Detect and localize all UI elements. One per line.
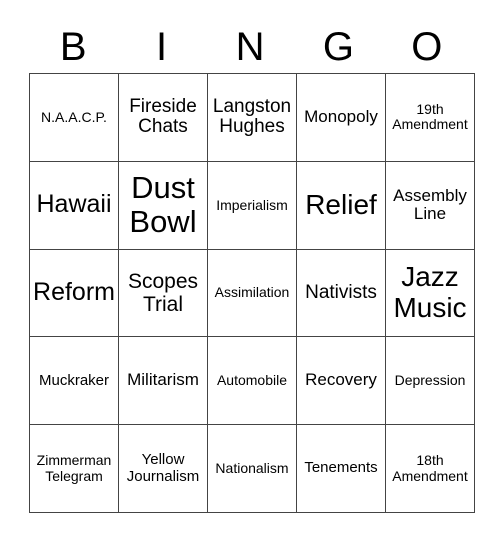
grid-row: Muckraker Militarism Automobile Recovery…: [29, 336, 475, 426]
bingo-cell[interactable]: Reform: [29, 248, 119, 338]
bingo-cell[interactable]: Tenements: [296, 424, 386, 513]
bingo-cell[interactable]: Automobile: [207, 336, 297, 426]
bingo-card-grid: N.A.A.C.P. Fireside Chats Langston Hughe…: [29, 73, 475, 513]
bingo-cell[interactable]: Imperialism: [207, 160, 297, 250]
bingo-cell[interactable]: Yellow Journalism: [118, 424, 208, 513]
bingo-cell[interactable]: Zimmerman Telegram: [29, 424, 119, 513]
bingo-cell[interactable]: Muckraker: [29, 336, 119, 426]
header-letter-g: G: [322, 25, 354, 69]
bingo-cell[interactable]: Fireside Chats: [118, 73, 208, 162]
bingo-cell[interactable]: Depression: [385, 336, 475, 426]
grid-row: Reform Scopes Trial Assimilation Nativis…: [29, 248, 475, 338]
header-letter-b: B: [59, 25, 87, 69]
bingo-cell[interactable]: Nationalism: [207, 424, 297, 513]
header-letter-n: N: [235, 25, 265, 69]
header-letter-o: O: [411, 25, 443, 69]
header-letter-i: I: [156, 25, 168, 69]
bingo-cell[interactable]: Recovery: [296, 336, 386, 426]
bingo-cell[interactable]: Langston Hughes: [207, 73, 297, 162]
bingo-cell[interactable]: Relief: [296, 160, 386, 250]
grid-row: Zimmerman Telegram Yellow Journalism Nat…: [29, 424, 475, 513]
bingo-cell[interactable]: Nativists: [296, 248, 386, 338]
bingo-header: B I N G O: [29, 22, 471, 72]
bingo-cell[interactable]: Hawaii: [29, 160, 119, 250]
bingo-cell[interactable]: Militarism: [118, 336, 208, 426]
bingo-cell[interactable]: Assembly Line: [385, 160, 475, 250]
bingo-cell[interactable]: Assimilation: [207, 248, 297, 338]
grid-row: Hawaii Dust Bowl Imperialism Relief Asse…: [29, 160, 475, 250]
bingo-cell[interactable]: Monopoly: [296, 73, 386, 162]
bingo-cell[interactable]: 19th Amendment: [385, 73, 475, 162]
bingo-cell[interactable]: Scopes Trial: [118, 248, 208, 338]
grid-row: N.A.A.C.P. Fireside Chats Langston Hughe…: [29, 73, 475, 162]
bingo-cell[interactable]: N.A.A.C.P.: [29, 73, 119, 162]
bingo-cell[interactable]: Jazz Music: [385, 248, 475, 338]
bingo-cell[interactable]: Dust Bowl: [118, 160, 208, 250]
bingo-cell[interactable]: 18th Amendment: [385, 424, 475, 513]
